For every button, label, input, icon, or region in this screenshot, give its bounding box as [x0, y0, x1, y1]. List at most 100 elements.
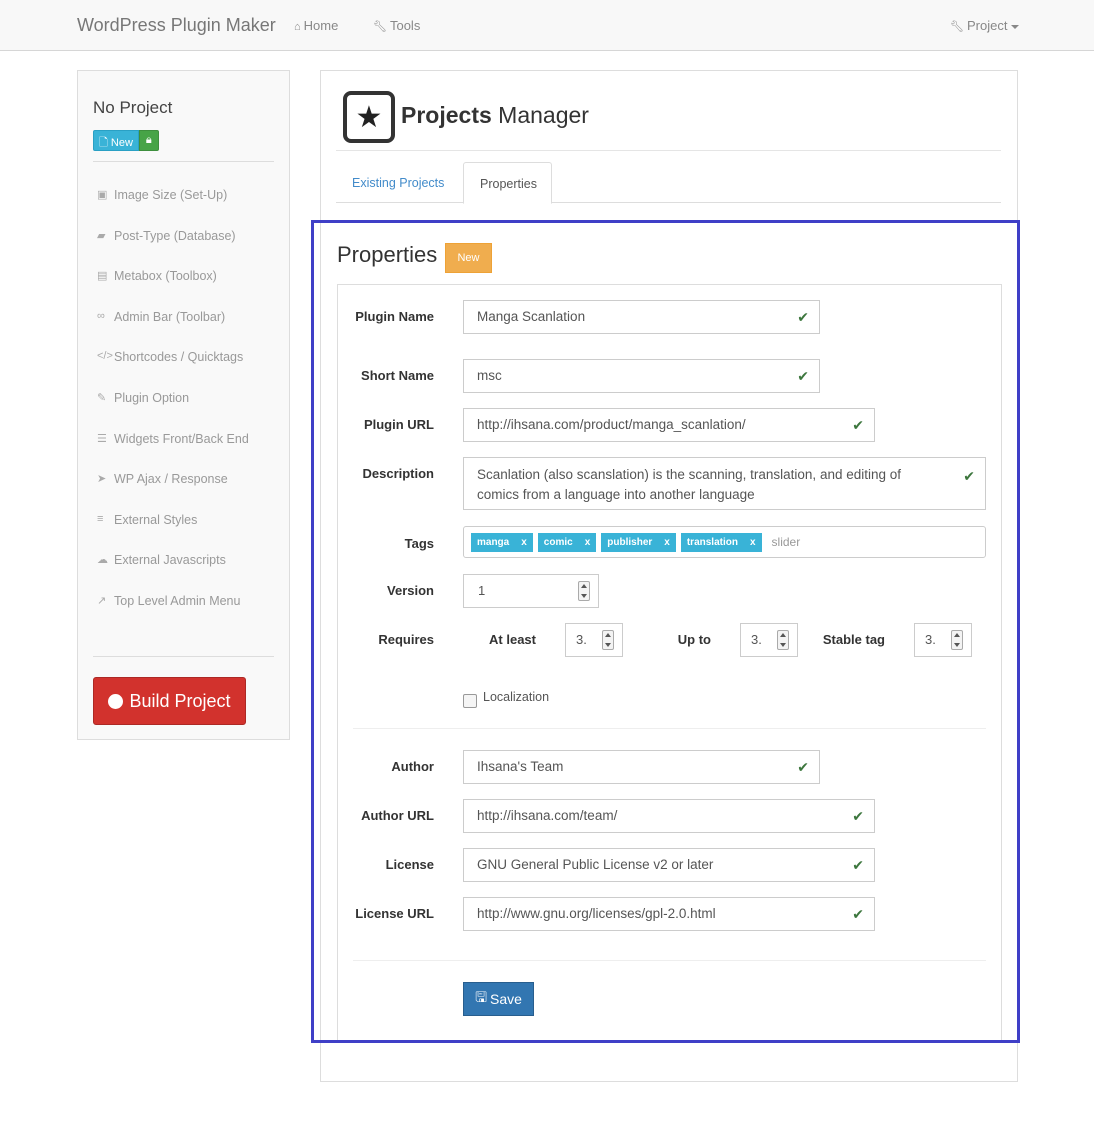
sidebar-item-post-type[interactable]: ▰ Post-Type (Database)	[97, 229, 249, 270]
sidebar-item-plugin-option[interactable]: ✎ Plugin Option	[97, 391, 249, 432]
lock-icon: 🔒︎	[145, 134, 152, 146]
sidebar-item-label: Image Size (Set-Up)	[114, 188, 228, 202]
stable-tag-spinner[interactable]: 3.	[914, 623, 972, 657]
stable-tag-value: 3.	[925, 632, 936, 647]
up-to-value: 3.	[751, 632, 762, 647]
plugin-url-label: Plugin URL	[363, 417, 434, 432]
nav-tools[interactable]: 🔧︎ Tools	[373, 18, 420, 33]
close-icon[interactable]: x	[664, 537, 670, 548]
description-textarea[interactable]: Scanlation (also scanslation) is the sca…	[463, 457, 986, 510]
sidebar-divider	[93, 656, 274, 657]
check-icon: ✔	[852, 417, 864, 433]
sidebar-item-admin-bar[interactable]: ∞ Admin Bar (Toolbar)	[97, 310, 249, 351]
nav-project-dropdown[interactable]: 🔧︎ Project	[950, 18, 1020, 33]
tags-placeholder: slider	[771, 535, 801, 549]
close-icon[interactable]: x	[750, 537, 756, 548]
sidebar-item-label: External Javascripts	[114, 553, 226, 568]
sidebar-item-image-size[interactable]: ▣ Image Size (Set-Up)	[97, 188, 249, 229]
tab-existing-projects[interactable]: Existing Projects	[336, 162, 460, 203]
sidebar-menu: ▣ Image Size (Set-Up) ▰ Post-Type (Databas…	[97, 188, 249, 635]
nav-tools-label: Tools	[389, 18, 421, 33]
list-icon: ▤	[97, 270, 108, 283]
tags-label: Tags	[404, 536, 434, 551]
new-project-button-group: 🗋︎ New 🔒︎	[93, 130, 159, 151]
save-icon: 🖫︎	[475, 989, 487, 1005]
tags-input[interactable]: manga x comic x publisher x translation x sl…	[463, 526, 986, 558]
plugin-name-input[interactable]: Manga Scanlation ✔	[463, 300, 820, 334]
sidebar-item-widgets[interactable]: ☰ Widgets Front/Back End	[97, 432, 249, 473]
sidebar-item-external-styles[interactable]: ≡ External Styles	[97, 513, 249, 554]
widgets-icon: ☰	[97, 432, 107, 445]
build-project-button[interactable]: Build Project	[93, 677, 246, 725]
projects-manager-panel: ★ Projects Manager Existing Projects Pro…	[320, 70, 1018, 1082]
spinner-arrows-icon[interactable]	[777, 630, 789, 650]
css-icon: ≡	[97, 512, 104, 525]
check-icon: ✔	[852, 808, 864, 824]
stable-tag-label: Stable tag	[822, 632, 885, 647]
tag-chip: comic x	[537, 532, 597, 552]
localization-label[interactable]: Localization	[483, 690, 549, 704]
nav-home-label: Home	[303, 18, 339, 33]
short-name-input[interactable]: msc ✔	[463, 359, 820, 393]
author-url-label: Author URL	[361, 808, 434, 823]
version-label: Version	[387, 583, 434, 598]
sidebar-item-label: External Styles	[114, 512, 198, 527]
spinner-arrows-icon[interactable]	[602, 630, 614, 650]
license-value: GNU General Public License v2 or later	[477, 857, 714, 872]
sidebar-item-shortcodes[interactable]: </> Shortcodes / Quicktags	[97, 350, 249, 391]
new-project-button[interactable]: 🗋︎ New	[93, 130, 139, 151]
plugin-name-label: Plugin Name	[355, 309, 434, 324]
at-least-spinner[interactable]: 3.	[565, 623, 623, 657]
license-label: License	[385, 857, 434, 872]
check-icon: ✔	[797, 759, 809, 775]
tab-properties[interactable]: Properties	[463, 162, 552, 204]
close-icon[interactable]: x	[585, 537, 591, 548]
new-badge-button[interactable]: New	[445, 243, 492, 273]
sidebar-item-top-level-admin-menu[interactable]: ↗ Top Level Admin Menu	[97, 594, 249, 635]
check-icon: ✔	[797, 309, 809, 325]
book-icon: ▰	[97, 229, 106, 242]
sidebar-item-label: Top Level Admin Menu	[114, 593, 241, 608]
title-divider	[336, 150, 1001, 151]
author-input[interactable]: Ihsana's Team ✔	[463, 750, 820, 784]
requires-label: Requires	[378, 632, 434, 647]
brand-title[interactable]: WordPress Plugin Maker	[77, 15, 276, 36]
short-name-label: Short Name	[361, 368, 434, 383]
sidebar-item-label: Shortcodes / Quicktags	[114, 350, 244, 365]
sidebar-item-wp-ajax[interactable]: ➤ WP Ajax / Response	[97, 472, 249, 513]
license-url-label: License URL	[355, 906, 434, 921]
page-title-rest: Manager	[498, 102, 589, 128]
author-url-input[interactable]: http://ihsana.com/team/ ✔	[463, 799, 875, 833]
up-to-label: Up to	[677, 632, 711, 647]
page-title: Projects Manager	[401, 102, 589, 129]
tag-chip: publisher x	[601, 532, 676, 552]
version-spinner[interactable]: 1	[463, 574, 599, 608]
license-input[interactable]: GNU General Public License v2 or later ✔	[463, 848, 875, 882]
wrench-icon: 🔧︎	[950, 21, 964, 33]
spinner-arrows-icon[interactable]	[951, 630, 963, 650]
sidebar-item-label: Admin Bar (Toolbar)	[114, 309, 226, 324]
short-name-value: msc	[477, 368, 502, 383]
localization-checkbox[interactable]	[463, 694, 477, 708]
sidebar-item-label: Widgets Front/Back End	[114, 431, 249, 446]
spinner-arrows-icon[interactable]	[578, 581, 590, 601]
up-to-spinner[interactable]: 3.	[740, 623, 798, 657]
top-navbar: WordPress Plugin Maker ⌂ Home 🔧︎ Tools 🔧︎ P…	[0, 0, 1094, 51]
check-icon: ✔	[797, 368, 809, 384]
section-title: Properties	[337, 242, 438, 267]
at-least-label: At least	[489, 632, 536, 647]
save-button[interactable]: 🖫︎ Save	[463, 982, 534, 1016]
description-label: Description	[362, 466, 434, 481]
close-icon[interactable]: x	[521, 537, 527, 548]
build-project-label: Build Project	[129, 690, 231, 711]
cloud-icon: ☁	[97, 554, 108, 567]
sidebar-divider	[93, 161, 274, 162]
lock-button[interactable]: 🔒︎	[138, 130, 159, 151]
sidebar-item-metabox[interactable]: ▤ Metabox (Toolbox)	[97, 269, 249, 310]
sidebar-item-external-javascripts[interactable]: ☁ External Javascripts	[97, 553, 249, 594]
license-url-input[interactable]: http://www.gnu.org/licenses/gpl-2.0.html…	[463, 897, 875, 931]
nav-home[interactable]: ⌂ Home	[294, 18, 338, 33]
author-url-value: http://ihsana.com/team/	[477, 808, 618, 823]
plugin-url-input[interactable]: http://ihsana.com/product/manga_scanlati…	[463, 408, 875, 442]
image-icon: ▣	[97, 189, 108, 201]
